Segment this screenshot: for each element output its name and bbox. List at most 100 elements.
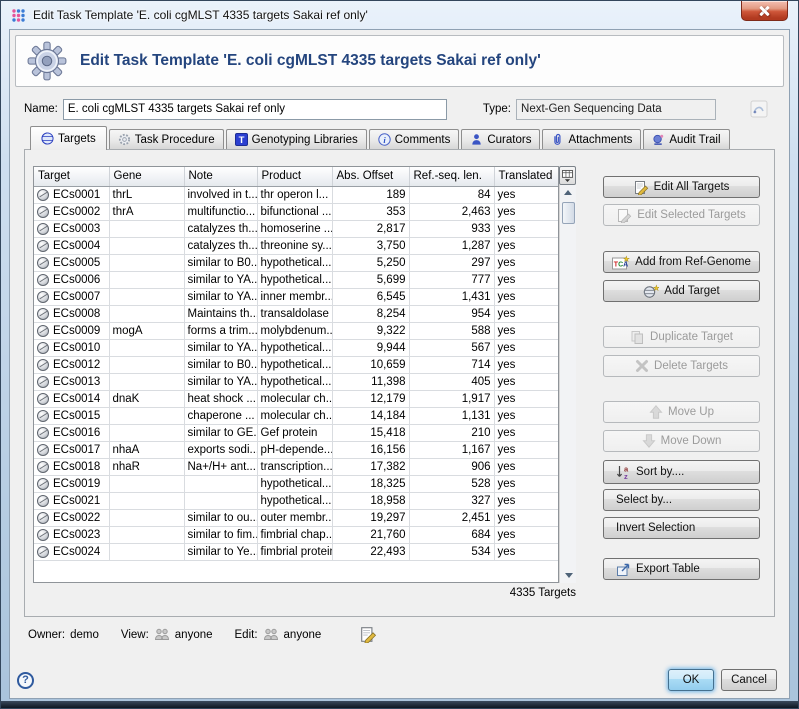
sort-by-button[interactable]: az Sort by.... [603,460,760,484]
target-sphere-icon [37,274,49,286]
tab-curators[interactable]: Curators [461,129,540,149]
table-row[interactable]: ECs0013 similar to YA... hypothetical...… [34,373,558,390]
tab-comments[interactable]: i Comments [369,129,460,149]
target-sphere-icon [37,291,49,303]
target-sphere-icon [37,342,49,354]
target-sphere-icon [37,529,49,541]
app-logo-icon [11,8,26,23]
table-row[interactable]: ECs0003 catalyzes th... homoserine ... 2… [34,220,558,237]
svg-text:z: z [624,472,628,480]
vertical-scrollbar[interactable] [559,185,576,583]
svg-text:★: ★ [653,284,659,293]
name-input[interactable] [63,99,447,120]
column-header-target[interactable]: Target [34,167,109,186]
tab-strip: Targets Task Procedure T Genotyping Libr… [30,125,789,149]
type-field[interactable] [516,99,716,120]
page-title: Edit Task Template 'E. coli cgMLST 4335 … [80,52,541,70]
target-sphere-icon [37,461,49,473]
target-count-label: 4335 Targets [33,587,576,599]
target-sphere-icon [37,444,49,456]
table-row[interactable]: ECs0017 nhaA exports sodi... pH-depende.… [34,441,558,458]
permissions-row: Owner: demo View: anyone Edit: anyone [28,626,789,643]
sort-az-icon: az [616,464,631,480]
table-row[interactable]: ECs0005 similar to B0... hypothetical...… [34,254,558,271]
target-sphere-icon [37,410,49,422]
tab-label: Attachments [568,134,632,146]
duplicate-icon [630,330,645,345]
target-sphere-icon [37,512,49,524]
tab-audit-trail[interactable]: Audit Trail [643,129,729,149]
table-row[interactable]: ECs0018 nhaR Na+/H+ ant... transcription… [34,458,558,475]
view-label: View: [121,629,149,641]
ok-button[interactable]: OK [668,669,714,691]
table-row[interactable]: ECs0014 dnaK heat shock ... molecular ch… [34,390,558,407]
column-header-note[interactable]: Note [184,167,257,186]
tab-label: Genotyping Libraries [252,134,358,146]
table-row[interactable]: ECs0002 thrA multifunctio... bifunctiona… [34,203,558,220]
column-header-ref-seq-len[interactable]: Ref.-seq. len. [409,167,494,186]
edit-permissions-button[interactable] [360,626,377,643]
column-header-abs-offset[interactable]: Abs. Offset [332,167,409,186]
table-row[interactable]: ECs0015 chaperone ... molecular ch... 14… [34,407,558,424]
table-row[interactable]: ECs0006 similar to YA... hypothetical...… [34,271,558,288]
target-sphere-icon [37,325,49,337]
group-icon [154,628,170,641]
edit-label: Edit: [235,629,258,641]
table-row[interactable]: ECs0004 catalyzes th... threonine sy... … [34,237,558,254]
table-body: ECs0001 thrL involved in t... thr operon… [34,186,558,560]
export-table-button[interactable]: Export Table [603,558,760,580]
workflow-icon[interactable] [750,100,768,118]
invert-selection-button[interactable]: Invert Selection [603,517,760,539]
edit-selected-targets-button[interactable]: Edit Selected Targets [603,204,760,226]
tab-attachments[interactable]: Attachments [542,129,641,149]
duplicate-target-button[interactable]: Duplicate Target [603,326,760,348]
table-row[interactable]: ECs0016 similar to GE... Gef protein 15,… [34,424,558,441]
target-sphere-icon [37,376,49,388]
tab-task-procedure[interactable]: Task Procedure [109,129,224,149]
gear-icon [26,40,68,82]
close-button[interactable] [741,1,788,21]
delete-targets-button[interactable]: Delete Targets [603,355,760,377]
column-picker-button[interactable] [559,166,576,185]
targets-table-zone: Target Gene Note Product Abs. Offset Ref… [33,166,576,599]
move-up-button[interactable]: Move Up [603,401,760,423]
table-row[interactable]: ECs0012 similar to B0... hypothetical...… [34,356,558,373]
scroll-up-arrow[interactable] [561,185,576,200]
table-row[interactable]: ECs0021 hypothetical... 18,958 327 yes [34,492,558,509]
select-by-button[interactable]: Select by... [603,489,760,511]
form-row: Name: Type: [24,98,775,120]
owner-value: demo [70,629,99,641]
title-bar[interactable]: Edit Task Template 'E. coli cgMLST 4335 … [1,1,798,29]
tab-label: Curators [487,134,531,146]
table-row[interactable]: ECs0007 similar to YA... inner membr... … [34,288,558,305]
target-sphere-icon [37,240,49,252]
target-sphere-icon [37,393,49,405]
table-row[interactable]: ECs0024 similar to Ye... fimbrial protei… [34,543,558,560]
column-header-translated[interactable]: Translated [494,167,558,186]
table-row[interactable]: ECs0022 similar to ou... outer membr... … [34,509,558,526]
edit-all-targets-button[interactable]: Edit All Targets [603,176,760,198]
table-row[interactable]: ECs0009 mogA forms a trim... molybdenum.… [34,322,558,339]
move-down-button[interactable]: Move Down [603,430,760,452]
group-icon [263,628,279,641]
add-from-ref-genome-button[interactable]: TCA★ Add from Ref-Genome [603,251,760,273]
table-row[interactable]: ECs0023 similar to fim... fimbrial chap.… [34,526,558,543]
tab-targets[interactable]: Targets [30,126,107,150]
scroll-thumb[interactable] [562,202,575,224]
target-sphere-icon [41,132,54,145]
column-header-product[interactable]: Product [257,167,332,186]
cancel-button[interactable]: Cancel [721,669,777,691]
target-sphere-icon [37,546,49,558]
column-header-gene[interactable]: Gene [109,167,184,186]
ref-genome-icon: TCA★ [612,255,630,270]
table-row[interactable]: ECs0008 Maintains th... transaldolase B … [34,305,558,322]
table-row[interactable]: ECs0001 thrL involved in t... thr operon… [34,186,558,203]
add-target-button[interactable]: ★ Add Target [603,280,760,302]
letter-t-icon: T [235,133,248,146]
scroll-down-arrow[interactable] [561,568,576,583]
table-row[interactable]: ECs0019 hypothetical... 18,325 528 yes [34,475,558,492]
help-icon[interactable] [17,672,34,689]
table-row[interactable]: ECs0010 similar to YA... hypothetical...… [34,339,558,356]
target-sphere-icon [37,223,49,235]
tab-genotyping-libraries[interactable]: T Genotyping Libraries [226,129,367,149]
